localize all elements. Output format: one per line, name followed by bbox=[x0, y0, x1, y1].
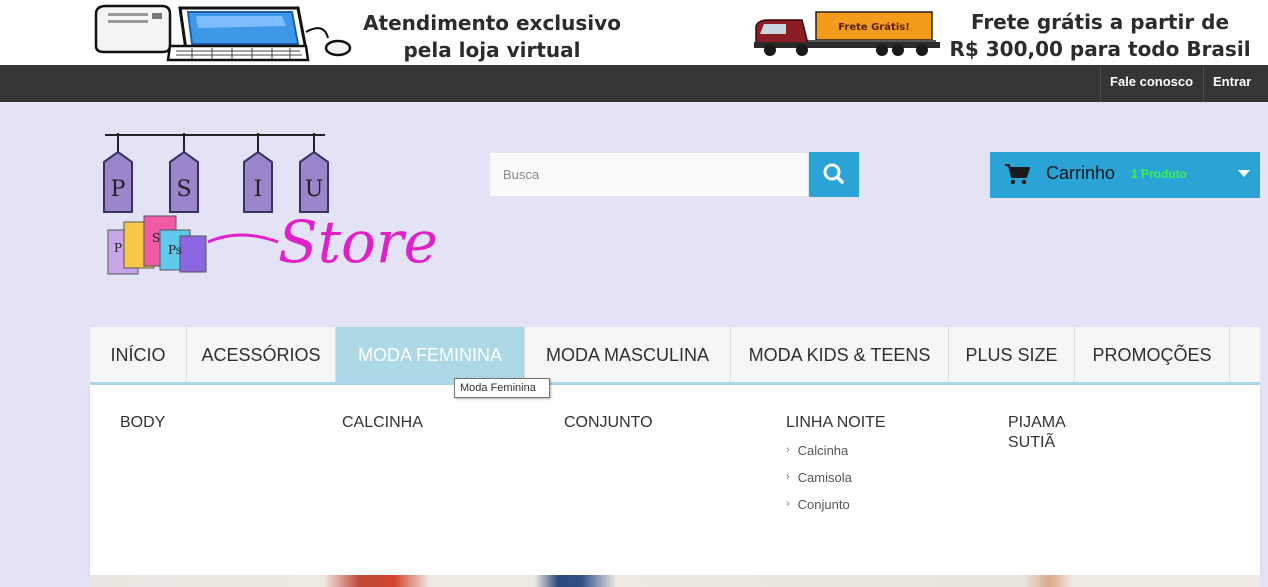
dropdown-link-body[interactable]: BODY bbox=[120, 413, 165, 433]
menu-tooltip: Moda Feminina bbox=[454, 378, 550, 398]
truck-sign-text: Frete Grátis! bbox=[838, 21, 910, 33]
dropdown-sublink-label: Conjunto bbox=[797, 497, 850, 512]
dropdown-sublink-calcinha[interactable]: › Calcinha bbox=[786, 441, 886, 460]
search-icon bbox=[823, 163, 844, 184]
menu-item-moda-feminina[interactable]: MODA FEMININA bbox=[336, 327, 525, 382]
menu-item-moda-kids-teens[interactable]: MODA KIDS & TEENS bbox=[731, 327, 949, 382]
banner-text-shipping: Frete grátis a partir de R$ 300,00 para … bbox=[940, 9, 1260, 63]
contact-link[interactable]: Fale conosco bbox=[1100, 65, 1202, 102]
mega-menu-dropdown: BODY CALCINHA CONJUNTO LINHA NOITE › Cal… bbox=[90, 385, 1260, 575]
login-link[interactable]: Entrar bbox=[1203, 65, 1268, 102]
banner-text-shipping-line1: Frete grátis a partir de bbox=[970, 10, 1230, 34]
banner-text-shipping-line2: R$ 300,00 para todo Brasil bbox=[949, 37, 1251, 61]
banner-text-support: Atendimento exclusivo pela loja virtual bbox=[352, 10, 632, 64]
banner-text-support-line2: pela loja virtual bbox=[403, 38, 581, 62]
top-nav-bar: Fale conosco Entrar bbox=[0, 65, 1268, 102]
dropdown-sublink-camisola[interactable]: › Camisola bbox=[786, 468, 886, 487]
banner-text-support-line1: Atendimento exclusivo bbox=[363, 11, 621, 35]
menu-item-promocoes[interactable]: PROMOÇÕES bbox=[1075, 327, 1230, 382]
logo-letter-i: I bbox=[254, 177, 263, 202]
menu-item-inicio[interactable]: INÍCIO bbox=[90, 327, 187, 382]
dropdown-column-pijama: PIJAMA SUTIÃ bbox=[1008, 413, 1066, 453]
logo-bag-mark-1: P bbox=[114, 241, 122, 255]
dropdown-link-pijama[interactable]: PIJAMA bbox=[1008, 413, 1066, 433]
chevron-right-icon: › bbox=[786, 444, 790, 456]
logo-letter-p: P bbox=[111, 177, 126, 202]
dropdown-sublink-conjunto[interactable]: › Conjunto bbox=[786, 495, 886, 514]
menu-item-plus-size[interactable]: PLUS SIZE bbox=[949, 327, 1075, 382]
cart-icon bbox=[1005, 164, 1030, 185]
menu-item-acessorios[interactable]: ACESSÓRIOS bbox=[187, 327, 336, 382]
dropdown-link-calcinha[interactable]: CALCINHA bbox=[342, 413, 423, 433]
dropdown-column-conjunto: CONJUNTO bbox=[564, 413, 653, 433]
dropdown-link-sutia[interactable]: SUTIÃ bbox=[1008, 433, 1066, 453]
cart-label: Carrinho bbox=[1046, 163, 1116, 183]
logo-letter-s: S bbox=[176, 177, 191, 202]
cart-button[interactable]: Carrinho 1 Produto bbox=[990, 152, 1260, 198]
cart-count: 1 Produto bbox=[1131, 167, 1187, 181]
logo-bag-mark-2: S bbox=[152, 231, 160, 245]
search-input[interactable] bbox=[489, 152, 809, 197]
dropdown-column-linha-noite: LINHA NOITE › Calcinha › Camisola › Conj… bbox=[786, 413, 886, 514]
search-bar bbox=[489, 152, 859, 197]
dropdown-column-calcinha: CALCINHA bbox=[342, 413, 423, 433]
dropdown-sublink-label: Camisola bbox=[797, 470, 852, 485]
main-menu: INÍCIO ACESSÓRIOS MODA FEMININA MODA MAS… bbox=[90, 327, 1260, 385]
truck-icon: Frete Grátis! bbox=[754, 11, 940, 56]
search-button[interactable] bbox=[809, 152, 859, 197]
store-logo[interactable]: P S I U P S Ps Store bbox=[100, 130, 445, 280]
dropdown-column-body: BODY bbox=[120, 413, 165, 433]
logo-store-script: Store bbox=[278, 208, 438, 276]
chevron-right-icon: › bbox=[786, 498, 790, 510]
logo-letter-u: U bbox=[305, 177, 324, 202]
dropdown-link-linha-noite[interactable]: LINHA NOITE bbox=[786, 413, 886, 433]
promo-banner: Atendimento exclusivo pela loja virtual … bbox=[0, 0, 1268, 65]
hero-banner-image[interactable] bbox=[90, 575, 1260, 587]
dropdown-sublink-label: Calcinha bbox=[797, 443, 849, 458]
caret-down-icon bbox=[1238, 170, 1250, 177]
computer-icon bbox=[94, 4, 352, 62]
menu-item-moda-masculina[interactable]: MODA MASCULINA bbox=[525, 327, 731, 382]
dropdown-link-conjunto[interactable]: CONJUNTO bbox=[564, 413, 653, 433]
logo-bag-mark-3: Ps bbox=[168, 243, 182, 257]
chevron-right-icon: › bbox=[786, 471, 790, 483]
